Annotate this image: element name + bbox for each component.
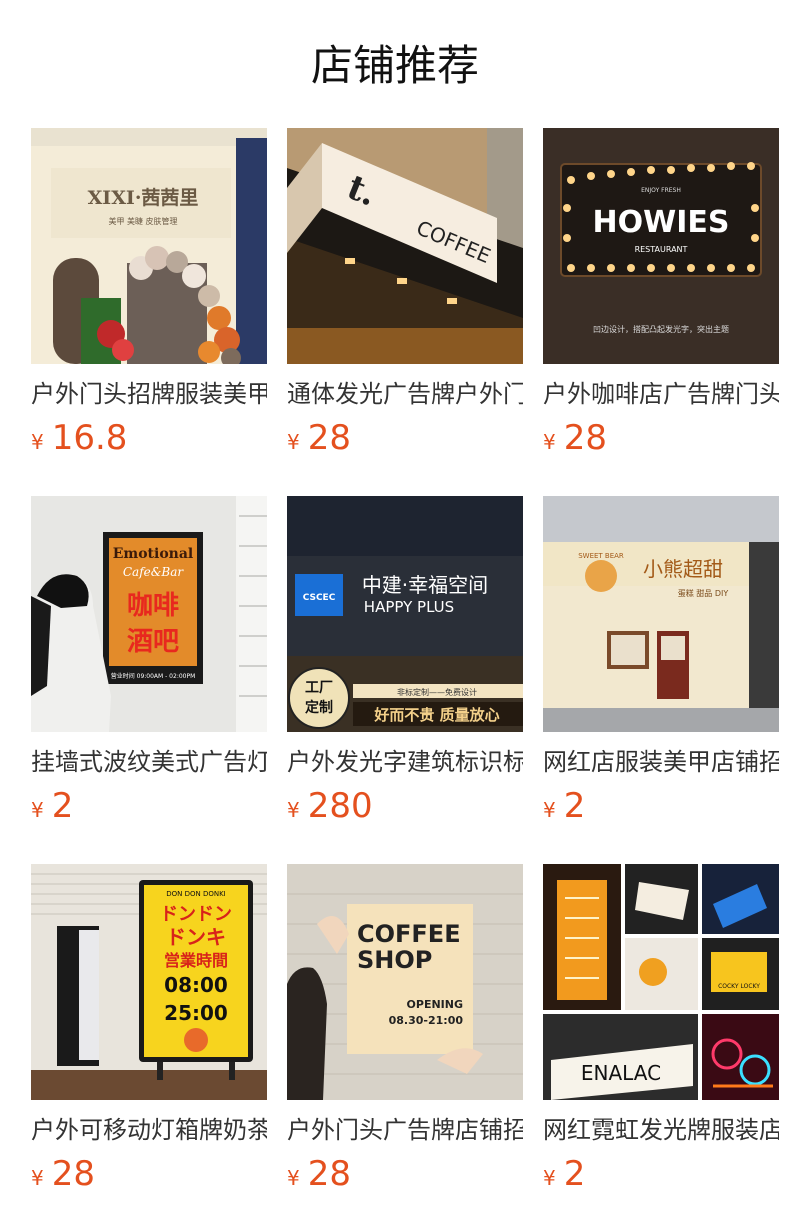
currency-symbol: ¥: [543, 1166, 556, 1190]
product-image[interactable]: COFFEE SHOP OPENING 08.30-21:00: [287, 864, 523, 1100]
page-title: 店铺推荐: [310, 41, 479, 90]
product-price: ¥ 280: [287, 786, 523, 826]
sign-subtext: RESTAURANT: [635, 245, 688, 254]
sign-top-text: DON DON DONKI: [166, 890, 226, 898]
currency-symbol: ¥: [31, 430, 44, 454]
price-value: 280: [307, 786, 373, 826]
product-price: ¥ 28: [31, 1154, 267, 1194]
product-price: ¥ 2: [543, 1154, 779, 1194]
product-name[interactable]: 挂墙式波纹美式广告灯箱: [31, 746, 267, 778]
badge-line1: 工厂: [305, 680, 333, 696]
price-value: 2: [51, 786, 74, 826]
product-image[interactable]: XIXI·茜茜里 美甲 美睫 皮肤管理: [31, 128, 267, 364]
sign-small-text: COCKY LOCKY: [718, 983, 760, 990]
product-image[interactable]: Emotional Cafe&Bar 咖啡 酒吧 营业时间 09:00AM - …: [31, 496, 267, 732]
currency-symbol: ¥: [543, 798, 556, 822]
sign-opening: OPENING: [407, 998, 463, 1011]
sign-line5: 25:00: [164, 1001, 228, 1025]
product-card[interactable]: t. COFFEE 通体发光广告牌户外门头灯箱 ¥ 28: [287, 128, 523, 458]
product-card[interactable]: Emotional Cafe&Bar 咖啡 酒吧 营业时间 09:00AM - …: [31, 496, 267, 826]
product-price: ¥ 2: [31, 786, 267, 826]
sign-line1: COFFEE: [357, 920, 461, 948]
currency-symbol: ¥: [287, 798, 300, 822]
sign-subtext: HAPPY PLUS: [364, 598, 454, 616]
sign-line3: 営業時間: [164, 951, 228, 970]
product-image[interactable]: ENJOY FRESH HOWIES RESTAURANT 凹边设计，搭配凸起发…: [543, 128, 779, 364]
currency-symbol: ¥: [31, 1166, 44, 1190]
currency-symbol: ¥: [287, 1166, 300, 1190]
product-name[interactable]: 户外门头广告牌店铺招牌: [287, 1114, 523, 1146]
product-card[interactable]: DON DON DONKI ドンドン ドンキ 営業時間 08:00 25:00 …: [31, 864, 267, 1194]
sign-text: XIXI·茜茜里: [88, 186, 199, 209]
sign-subtext: 美甲 美睫 皮肤管理: [108, 216, 177, 226]
sign-line2: SHOP: [357, 946, 432, 974]
currency-symbol: ¥: [287, 430, 300, 454]
sign-hours: 营业时间 09:00AM - 02:00PM: [111, 672, 196, 680]
sign-line1: ドンドン: [160, 904, 232, 925]
product-name[interactable]: 网红店服装美甲店铺招牌: [543, 746, 779, 778]
product-name[interactable]: 网红霓虹发光牌服装店铺: [543, 1114, 779, 1146]
product-card[interactable]: ENJOY FRESH HOWIES RESTAURANT 凹边设计，搭配凸起发…: [543, 128, 779, 458]
sign-text: 小熊超甜: [643, 557, 723, 581]
product-card[interactable]: XIXI·茜茜里 美甲 美睫 皮肤管理 户外门头招牌服装美甲店铺 ¥ 16.8: [31, 128, 267, 458]
price-value: 28: [307, 418, 351, 458]
sign-text: HOWIES: [593, 205, 730, 240]
product-price: ¥ 28: [287, 1154, 523, 1194]
product-price: ¥ 28: [287, 418, 523, 458]
sign-top-text: ENJOY FRESH: [641, 187, 681, 194]
sign-top-text: Emotional: [113, 546, 194, 562]
price-value: 2: [563, 1154, 586, 1194]
product-image[interactable]: COCKY LOCKY ENALAC: [543, 864, 779, 1100]
badge-line2: 定制: [305, 699, 333, 716]
product-name[interactable]: 户外发光字建筑标识标牌: [287, 746, 523, 778]
product-image[interactable]: CSCEC 中建·幸福空间 HAPPY PLUS 工厂 定制 非标定制——免费设…: [287, 496, 523, 732]
slogan-text: 好而不贵 质量放心: [373, 706, 499, 724]
product-name[interactable]: 户外门头招牌服装美甲店铺: [31, 378, 267, 410]
price-value: 16.8: [51, 418, 128, 458]
sign-text: ENALAC: [581, 1061, 661, 1085]
product-name[interactable]: 户外咖啡店广告牌门头招牌: [543, 378, 779, 410]
sign-line4: 08:00: [164, 973, 228, 997]
image-caption: 凹边设计，搭配凸起发光字，突出主题: [593, 324, 729, 334]
product-price: ¥ 2: [543, 786, 779, 826]
product-image[interactable]: DON DON DONKI ドンドン ドンキ 営業時間 08:00 25:00: [31, 864, 267, 1100]
product-image[interactable]: t. COFFEE: [287, 128, 523, 364]
sign-script-text: Cafe&Bar: [123, 565, 185, 579]
product-card[interactable]: CSCEC 中建·幸福空间 HAPPY PLUS 工厂 定制 非标定制——免费设…: [287, 496, 523, 826]
sign-line2: 酒吧: [127, 627, 179, 657]
store-recommendation-page: 店铺推荐 XIXI·茜茜里 美甲 美睫 皮肤管理 户外门头招牌服装美甲 ¥ 16…: [0, 0, 790, 1232]
price-value: 28: [51, 1154, 95, 1194]
sign-logo: CSCEC: [303, 593, 336, 603]
sign-line2: ドンキ: [166, 925, 226, 949]
sign-arc-text: SWEET BEAR: [578, 552, 624, 560]
price-value: 2: [563, 786, 586, 826]
product-price: ¥ 28: [543, 418, 779, 458]
product-card[interactable]: SWEET BEAR 小熊超甜 蛋糕 甜品 DIY 网红店服装美甲店铺招牌 ¥ …: [543, 496, 779, 826]
product-card[interactable]: COCKY LOCKY ENALAC 网红霓虹发光牌服装店铺 ¥ 2: [543, 864, 779, 1194]
sign-text: 中建·幸福空间: [362, 573, 488, 597]
product-name[interactable]: 通体发光广告牌户外门头灯箱: [287, 378, 523, 410]
product-image[interactable]: SWEET BEAR 小熊超甜 蛋糕 甜品 DIY: [543, 496, 779, 732]
product-price: ¥ 16.8: [31, 418, 267, 458]
currency-symbol: ¥: [31, 798, 44, 822]
product-card[interactable]: COFFEE SHOP OPENING 08.30-21:00 户外门头广告牌店…: [287, 864, 523, 1194]
price-value: 28: [307, 1154, 351, 1194]
sign-subtext: 蛋糕 甜品 DIY: [678, 588, 729, 598]
product-name[interactable]: 户外可移动灯箱牌奶茶店: [31, 1114, 267, 1146]
sign-hours: 08.30-21:00: [389, 1014, 464, 1027]
price-value: 28: [563, 418, 607, 458]
currency-symbol: ¥: [543, 430, 556, 454]
tag-text: 非标定制——免费设计: [397, 687, 477, 697]
sign-line1: 咖啡: [127, 591, 179, 621]
